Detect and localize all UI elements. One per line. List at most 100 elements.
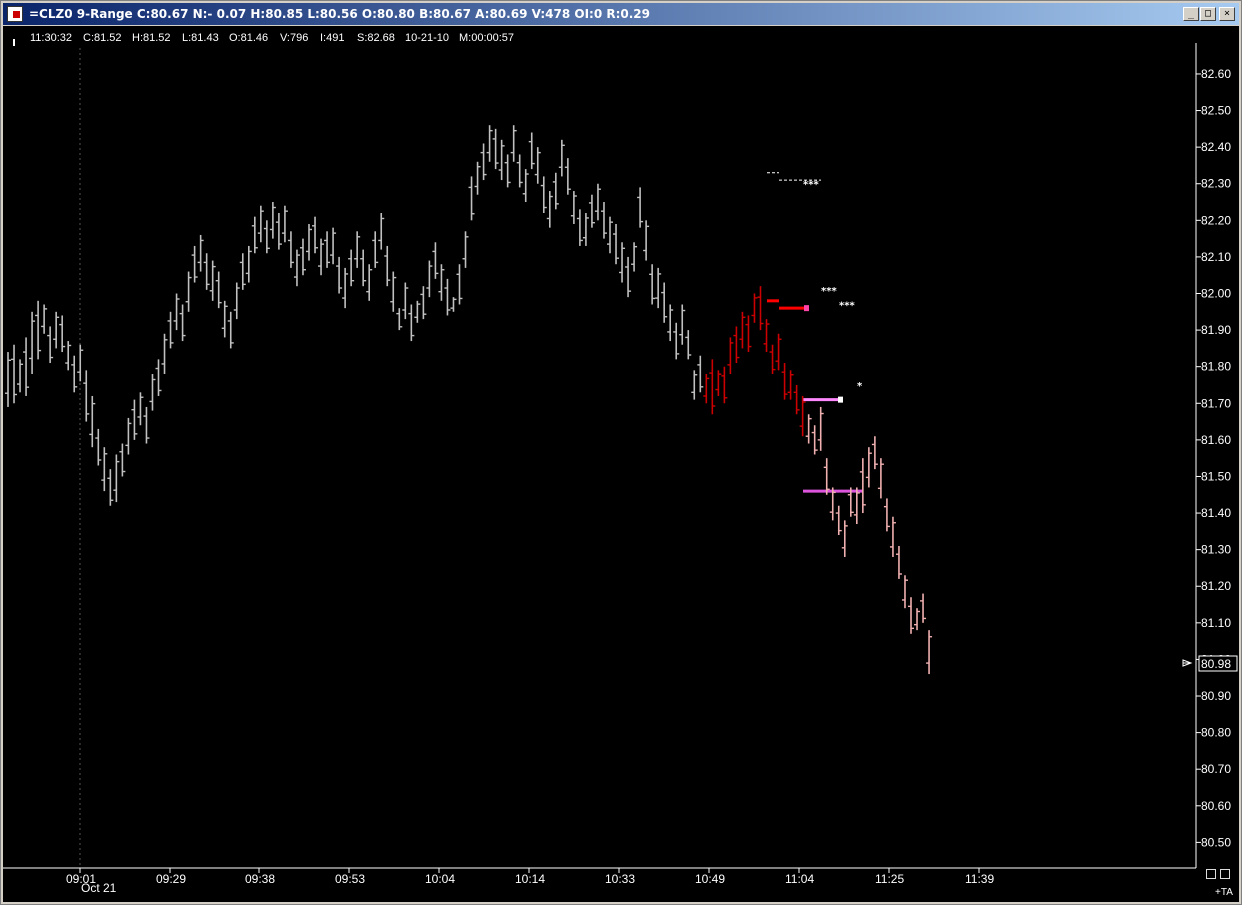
price-bar [17, 359, 24, 393]
price-bar [625, 256, 632, 298]
close-button[interactable]: × [1219, 7, 1235, 21]
y-tick-label: 82.50 [1201, 104, 1231, 118]
price-bar [95, 428, 102, 466]
info-interest: I:491 [320, 32, 344, 44]
minimize-button[interactable]: _ [1183, 7, 1199, 21]
y-axis: 82.60 82.50 82.40 82.30 82.20 82.10 82.00 81.90… [1196, 67, 1231, 849]
price-bar [691, 370, 698, 400]
price-bar [901, 575, 908, 609]
price-bar [444, 278, 451, 316]
price-bar [221, 300, 228, 338]
y-tick-label: 80.80 [1201, 726, 1231, 740]
price-bar [661, 282, 668, 323]
price-bar [926, 630, 933, 675]
chart-area[interactable]: 11:30:32 C:81.52 H:81.52 L:81.43 O:81.46… [3, 26, 1239, 902]
chart-window: =CLZ0 9-Range C:80.67 N:- 0.07 H:80.85 L… [0, 0, 1242, 905]
price-bar [462, 231, 469, 268]
price-bar [402, 282, 409, 320]
price-bar [59, 315, 66, 353]
price-bar [342, 267, 349, 309]
y-tick-label: 81.10 [1201, 616, 1231, 630]
price-bar [408, 304, 415, 342]
price-bar [558, 139, 565, 177]
x-tick-label: 10:04 [425, 872, 455, 886]
price-bar [889, 516, 896, 557]
price-bar [697, 355, 704, 393]
price-bar [203, 253, 210, 290]
price-chart[interactable]: 11:30:32 C:81.52 H:81.52 L:81.43 O:81.46… [3, 26, 1239, 902]
ta-toggle-button[interactable]: +TA [1215, 887, 1233, 898]
price-bar [101, 447, 108, 492]
price-bar [619, 242, 626, 283]
price-bar [607, 216, 613, 254]
price-bar [516, 154, 523, 188]
price-bar [161, 333, 168, 375]
y-tick-label: 80.90 [1201, 689, 1231, 703]
price-bar [823, 458, 830, 495]
price-bar [865, 447, 872, 488]
price-bar [245, 245, 252, 283]
x-tick-label: 10:49 [695, 872, 725, 886]
info-open: O:81.46 [229, 32, 268, 44]
price-bar [763, 319, 770, 353]
price-bar [769, 344, 776, 375]
price-bar [336, 256, 343, 294]
title-bar[interactable]: =CLZ0 9-Range C:80.67 N:- 0.07 H:80.85 L… [3, 3, 1239, 25]
price-bar [793, 384, 800, 415]
price-bar [733, 326, 740, 364]
info-time: 11:30:32 [30, 32, 72, 44]
info-s: S:82.68 [357, 32, 395, 44]
price-bar [239, 253, 246, 290]
price-bar [877, 458, 884, 499]
price-bar [637, 187, 644, 228]
price-bar [5, 352, 11, 407]
price-bar [167, 311, 174, 349]
last-price-marker: 80.98 [1182, 655, 1238, 672]
window-title: =CLZ0 9-Range C:80.67 N:- 0.07 H:80.85 L… [29, 7, 651, 21]
y-tick-label: 81.80 [1201, 360, 1231, 374]
price-bar [77, 344, 84, 382]
chart-option-button-2[interactable] [1220, 869, 1230, 879]
price-bar [667, 304, 674, 342]
price-bar [119, 443, 126, 477]
info-m: M:00:00:57 [459, 32, 514, 44]
price-bar [631, 242, 638, 272]
price-bar [649, 264, 656, 305]
price-bar [185, 271, 192, 312]
price-bar [883, 498, 890, 532]
y-tick-label: 81.60 [1201, 433, 1231, 447]
price-bar [263, 220, 270, 254]
price-bar [799, 395, 806, 437]
y-tick-label: 82.20 [1201, 213, 1231, 227]
price-bar [366, 264, 373, 301]
price-bar [197, 234, 204, 272]
price-bar [480, 143, 487, 181]
info-low: L:81.43 [182, 32, 219, 44]
price-bar [251, 216, 258, 254]
price-bar [432, 242, 439, 279]
maximize-button[interactable]: □ [1200, 7, 1216, 21]
chart-option-button-1[interactable] [1206, 869, 1216, 879]
price-bar [715, 370, 722, 396]
price-bar [775, 333, 782, 371]
price-bar [534, 147, 541, 184]
x-tick-label: 11:39 [965, 872, 994, 886]
y-tick-label: 82.60 [1201, 67, 1231, 81]
price-bar [859, 458, 866, 514]
price-bar [143, 406, 150, 444]
price-bar [751, 293, 758, 323]
app-icon[interactable] [7, 6, 23, 22]
price-bar [841, 520, 848, 557]
price-bar [71, 355, 78, 393]
price-bar [570, 191, 577, 224]
x-tick-label: 10:14 [515, 872, 545, 886]
price-bar [83, 370, 90, 422]
price-bar [739, 311, 746, 349]
x-tick-label: 11:04 [785, 872, 814, 886]
price-bar [360, 249, 367, 287]
info-high: H:81.52 [132, 32, 171, 44]
price-bar [498, 139, 505, 181]
x-tick-label: 11:25 [875, 872, 904, 886]
y-tick-label: 82.10 [1201, 250, 1231, 264]
price-bar [510, 125, 517, 162]
